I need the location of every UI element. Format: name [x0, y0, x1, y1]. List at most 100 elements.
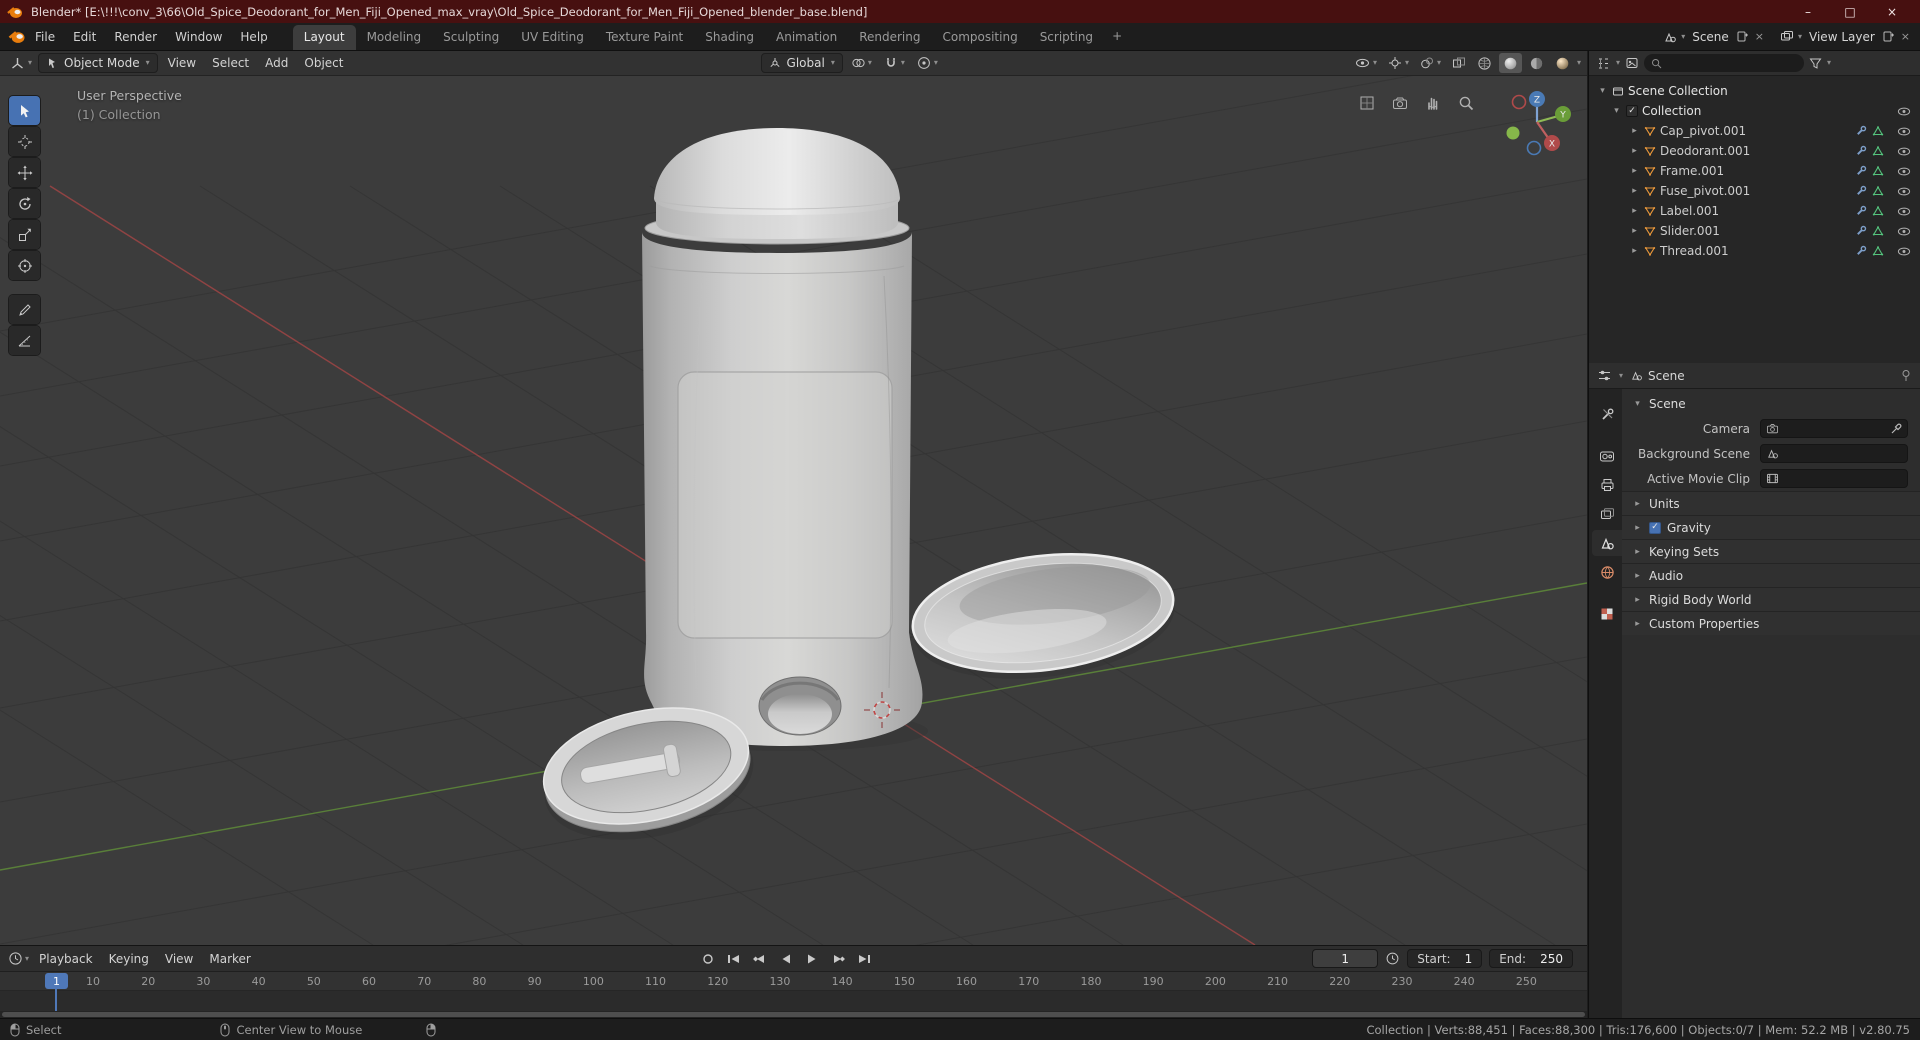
modifier-wrench-icon[interactable] [1855, 245, 1867, 257]
chevron-down-icon[interactable]: ▾ [1619, 371, 1623, 380]
object-name[interactable]: Thread.001 [1660, 244, 1729, 258]
pan-view-icon[interactable] [1424, 94, 1442, 112]
scene-selector[interactable]: ▾ Scene × [1663, 30, 1766, 44]
expand-toggle[interactable]: ▸ [1629, 206, 1640, 216]
shading-wireframe-button[interactable] [1473, 53, 1496, 73]
hide-eye-icon[interactable] [1897, 226, 1911, 237]
outliner-object-row[interactable]: ▸ Thread.001 [1589, 241, 1920, 261]
shading-rendered-button[interactable] [1551, 53, 1574, 73]
tool-cursor[interactable] [9, 127, 40, 156]
properties-panel-header[interactable]: ▸ Rigid Body World [1622, 587, 1920, 611]
play-button[interactable] [801, 950, 823, 968]
timeline-ruler[interactable]: 10 20 30 40 50 60 70 80 90 100 110 120 130 140 150 160 1… [0, 972, 1587, 991]
viewport-3d[interactable]: User Perspective (1) Collection Z Y X [0, 76, 1587, 945]
scene-name[interactable]: Scene [1689, 30, 1732, 44]
editor-type-outliner-icon[interactable] [1596, 56, 1611, 71]
workspace-tab[interactable]: Rendering [848, 25, 931, 50]
mesh-data-icon[interactable] [1872, 245, 1884, 257]
hide-eye-icon[interactable] [1897, 206, 1911, 217]
expand-toggle[interactable]: ▸ [1629, 146, 1640, 156]
new-scene-icon[interactable] [1736, 30, 1749, 43]
outliner-object-row[interactable]: ▸ Slider.001 [1589, 221, 1920, 241]
playhead-line[interactable] [55, 989, 57, 1011]
transform-orientation-selector[interactable]: Global ▾ [760, 53, 843, 73]
hide-eye-icon[interactable] [1897, 146, 1911, 157]
workspace-tab[interactable]: Layout [292, 25, 356, 50]
modifier-wrench-icon[interactable] [1855, 125, 1867, 137]
timeline-track[interactable] [0, 991, 1587, 1011]
preview-range-toggle-icon[interactable] [1385, 951, 1400, 966]
workspace-tab[interactable]: Texture Paint [595, 25, 694, 50]
hide-eye-icon[interactable] [1897, 186, 1911, 197]
object-name[interactable]: Frame.001 [1660, 164, 1724, 178]
auto-keyframe-toggle[interactable] [697, 950, 719, 968]
viewport-menu-item[interactable]: Object [296, 53, 351, 73]
expand-toggle[interactable]: ▾ [1597, 86, 1608, 96]
topbar-menu-item[interactable]: Edit [64, 26, 105, 48]
object-name[interactable]: Fuse_pivot.001 [1660, 184, 1750, 198]
expand-toggle[interactable]: ▸ [1629, 126, 1640, 136]
hide-eye-icon[interactable] [1897, 126, 1911, 137]
topbar-menu-item[interactable]: File [26, 26, 64, 48]
timeline-menu-item[interactable]: Marker [201, 949, 258, 969]
tool-annotate[interactable] [9, 295, 40, 324]
cap-lid-mesh[interactable] [906, 540, 1181, 692]
show-overlays-toggle[interactable]: ▾ [1416, 56, 1445, 70]
modifier-wrench-icon[interactable] [1855, 205, 1867, 217]
show-gizmo-toggle[interactable]: ▾ [1384, 56, 1413, 70]
outliner-object-row[interactable]: ▸ Deodorant.001 [1589, 141, 1920, 161]
world-tab-icon[interactable] [1592, 559, 1622, 585]
shading-solid-button[interactable] [1498, 53, 1522, 73]
filter-funnel-icon[interactable] [1809, 57, 1822, 70]
new-view-layer-icon[interactable] [1882, 30, 1895, 43]
field-input[interactable] [1760, 444, 1908, 463]
blender-menu-icon[interactable] [8, 29, 26, 44]
unlink-scene-icon[interactable]: × [1753, 30, 1766, 43]
mesh-data-icon[interactable] [1872, 125, 1884, 137]
timeline-body[interactable]: 10 20 30 40 50 60 70 80 90 100 110 120 130 140 150 160 1… [0, 972, 1587, 1011]
field-input[interactable] [1760, 419, 1908, 438]
previous-keyframe-button[interactable] [749, 950, 771, 968]
display-mode-icon[interactable] [1625, 56, 1639, 70]
view-layer-name[interactable]: View Layer [1806, 30, 1878, 44]
workspace-tab[interactable]: Shading [694, 25, 765, 50]
tool-transform[interactable] [9, 251, 40, 280]
viewport-menu-item[interactable]: View [160, 53, 204, 73]
navigation-gizmo[interactable]: Z Y X [1501, 86, 1573, 158]
chevron-down-icon[interactable]: ▾ [1616, 59, 1620, 67]
editor-type-timeline-icon[interactable] [8, 951, 23, 966]
close-button[interactable]: × [1871, 0, 1913, 23]
gizmo-axis-y-neg[interactable] [1506, 126, 1520, 140]
gizmo-axis-z-neg[interactable] [1526, 140, 1542, 156]
render-tab-icon[interactable] [1592, 443, 1622, 469]
topbar-menu-item[interactable]: Window [166, 26, 231, 48]
hide-eye-icon[interactable] [1897, 106, 1911, 117]
end-frame-field[interactable]: End: 250 [1489, 949, 1573, 968]
outliner-object-row[interactable]: ▸ Frame.001 [1589, 161, 1920, 181]
modifier-wrench-icon[interactable] [1855, 225, 1867, 237]
workspace-tab[interactable]: Animation [765, 25, 848, 50]
properties-panel-header[interactable]: ▸ Units [1622, 491, 1920, 515]
current-frame-field[interactable]: 1 [1312, 949, 1379, 968]
workspace-tab[interactable]: Scripting [1029, 25, 1104, 50]
texture-tab-icon[interactable] [1592, 601, 1622, 627]
expand-toggle[interactable]: ▸ [1629, 246, 1640, 256]
output-tab-icon[interactable] [1592, 472, 1622, 498]
expand-toggle[interactable]: ▸ [1629, 186, 1640, 196]
mesh-data-icon[interactable] [1872, 205, 1884, 217]
properties-panel-header[interactable]: ▸ Audio [1622, 563, 1920, 587]
scene-panel-header[interactable]: ▾ Scene [1622, 392, 1920, 416]
collection-label[interactable]: Collection [1642, 104, 1701, 118]
scene-tab-icon[interactable] [1592, 530, 1622, 556]
outliner-object-row[interactable]: ▸ Cap_pivot.001 [1589, 121, 1920, 141]
hide-eye-icon[interactable] [1897, 166, 1911, 177]
next-keyframe-button[interactable] [827, 950, 849, 968]
jump-to-start-button[interactable] [723, 950, 745, 968]
scrollbar-handle[interactable] [2, 1012, 1585, 1017]
outliner-object-row[interactable]: ▸ Fuse_pivot.001 [1589, 181, 1920, 201]
tool-tab-icon[interactable] [1592, 401, 1622, 427]
modifier-wrench-icon[interactable] [1855, 185, 1867, 197]
timeline-menu-item[interactable]: Keying [101, 949, 157, 969]
pin-icon[interactable] [1900, 369, 1912, 382]
viewport-canvas[interactable] [0, 76, 1587, 945]
